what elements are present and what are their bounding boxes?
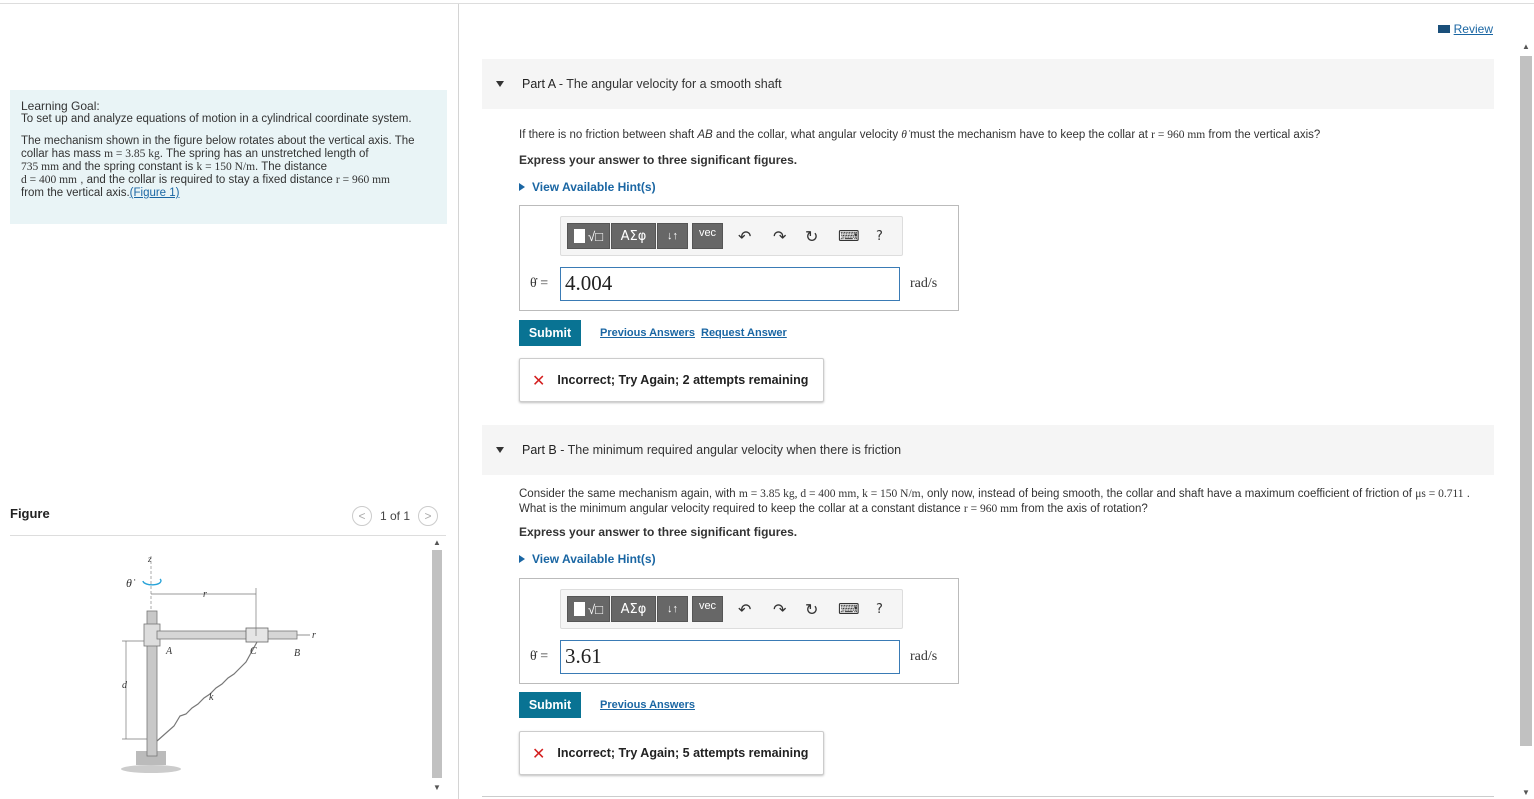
part-a-request-answer-link[interactable]: Request Answer: [701, 327, 787, 339]
templates-button[interactable]: √□: [567, 596, 610, 622]
length-value: 735 mm: [21, 161, 60, 173]
label-r: r: [203, 589, 207, 600]
learning-goal-subtitle: To set up and analyze equations of motio…: [21, 113, 412, 125]
part-b-header[interactable]: Part B - The minimum required angular ve…: [482, 425, 1494, 475]
collapse-part-a-icon[interactable]: [496, 81, 504, 87]
redo-icon[interactable]: ↷: [773, 227, 786, 246]
part-a-previous-answers-link[interactable]: Previous Answers: [600, 327, 695, 339]
scroll-down-icon[interactable]: ▼: [433, 783, 441, 792]
part-a-math-toolbar: √□ ΑΣφ ↓↑ vec ↶ ↷ ↻ ⌨ ?: [560, 216, 903, 256]
part-b-hint-toggle[interactable]: View Available Hint(s): [519, 552, 656, 566]
figure-scroll-thumb[interactable]: [432, 550, 442, 778]
mass-value: m = 3.85 kg: [104, 148, 160, 160]
keyboard-icon[interactable]: ⌨: [838, 600, 860, 618]
part-b-units: rad/s: [910, 649, 938, 664]
label-theta-dot: θ̇: [126, 576, 136, 590]
part-b-title: Part B - The minimum required angular ve…: [522, 443, 902, 457]
bottom-rule: [482, 796, 1494, 797]
scroll-up-icon[interactable]: ▲: [1522, 42, 1530, 51]
arrows-button[interactable]: ↓↑: [657, 223, 688, 249]
reset-icon[interactable]: ↻: [805, 227, 818, 246]
redo-icon[interactable]: ↷: [773, 600, 786, 619]
vec-button[interactable]: vec: [692, 223, 723, 249]
label-d: d: [122, 680, 128, 691]
help-icon[interactable]: ?: [876, 229, 883, 244]
part-a-answer-input[interactable]: 4.004: [560, 267, 900, 301]
label-b: B: [294, 648, 300, 659]
learning-goal-box: Learning Goal: To set up and analyze equ…: [10, 90, 447, 224]
greek-button[interactable]: ΑΣφ: [611, 596, 656, 622]
page-scrollbar[interactable]: ▲ ▼: [1518, 40, 1534, 799]
theta-dot-label: θ̇ =: [530, 649, 549, 664]
label-c: C: [250, 646, 257, 657]
part-a-hint-toggle[interactable]: View Available Hint(s): [519, 180, 656, 194]
scroll-down-icon[interactable]: ▼: [1522, 788, 1530, 797]
theta-dot-label: θ̇ =: [530, 276, 549, 291]
part-a-feedback: ✕ Incorrect; Try Again; 2 attempts remai…: [519, 358, 824, 402]
templates-button[interactable]: √□: [567, 223, 610, 249]
collapse-part-b-icon[interactable]: [496, 447, 504, 453]
label-a: A: [165, 646, 173, 657]
incorrect-icon: ✕: [532, 743, 546, 763]
part-b-express: Express your answer to three significant…: [519, 525, 798, 539]
figure-label: Figure: [10, 506, 50, 521]
undo-icon[interactable]: ↶: [738, 227, 751, 246]
incorrect-icon: ✕: [532, 370, 546, 390]
label-z: z: [147, 554, 152, 564]
mechanism-figure: z θ̇ r A C B r d k: [121, 554, 316, 773]
label-r-axis: r: [312, 630, 316, 641]
part-b-feedback: ✕ Incorrect; Try Again; 5 attempts remai…: [519, 731, 824, 775]
next-figure-button[interactable]: >: [418, 506, 439, 526]
part-a-submit-button[interactable]: Submit: [519, 320, 581, 346]
distance-r-value: r = 960 mm: [335, 174, 390, 186]
part-a-units: rad/s: [910, 276, 938, 291]
distance-d-value: d = 400 mm: [21, 174, 78, 186]
template-icon: [574, 602, 585, 616]
figure-pager: < 1 of 1 >: [352, 506, 439, 526]
help-icon[interactable]: ?: [876, 602, 883, 617]
learning-goal-title: Learning Goal:: [21, 99, 100, 113]
review-link[interactable]: Review: [1437, 22, 1493, 36]
part-a-answer-box: √□ ΑΣφ ↓↑ vec ↶ ↷ ↻ ⌨ ? θ̇ = 4.004 rad/s: [519, 205, 959, 311]
prev-figure-button[interactable]: <: [352, 506, 372, 526]
template-icon: [574, 229, 585, 243]
column-divider: [458, 4, 459, 799]
label-k: k: [209, 692, 214, 703]
part-a-title: Part A - The angular velocity for a smoo…: [522, 77, 782, 91]
undo-icon[interactable]: ↶: [738, 600, 751, 619]
vec-button[interactable]: vec: [692, 596, 723, 622]
part-b-submit-button[interactable]: Submit: [519, 692, 581, 718]
part-b-math-toolbar: √□ ΑΣφ ↓↑ vec ↶ ↷ ↻ ⌨ ?: [560, 589, 903, 629]
figure-scrollbar[interactable]: ▲ ▼: [431, 538, 443, 792]
part-a-question: If there is no friction between shaft AB…: [519, 129, 1321, 141]
part-a-header[interactable]: Part A - The angular velocity for a smoo…: [482, 59, 1494, 109]
keyboard-icon[interactable]: ⌨: [838, 227, 860, 245]
reset-icon[interactable]: ↻: [805, 600, 818, 619]
learning-goal-description: The mechanism shown in the figure below …: [21, 135, 415, 199]
arrows-button[interactable]: ↓↑: [657, 596, 688, 622]
greek-button[interactable]: ΑΣφ: [611, 223, 656, 249]
figure-frame: z θ̇ r A C B r d k: [10, 535, 446, 799]
page-scroll-thumb[interactable]: [1520, 56, 1532, 746]
figure-link[interactable]: (Figure 1): [130, 187, 180, 199]
book-icon: [1437, 25, 1450, 33]
figure-count: 1 of 1: [380, 509, 411, 523]
part-b-previous-answers-link[interactable]: Previous Answers: [600, 699, 695, 711]
part-b-answer-box: √□ ΑΣφ ↓↑ vec ↶ ↷ ↻ ⌨ ? θ̇ = 3.61 rad/s: [519, 578, 959, 684]
part-a-express: Express your answer to three significant…: [519, 153, 798, 167]
expand-hint-icon: [519, 183, 525, 191]
spring-k-value: k = 150 N/m: [196, 161, 256, 173]
part-b-question: Consider the same mechanism again, with …: [519, 488, 1470, 515]
scroll-up-icon[interactable]: ▲: [433, 538, 441, 547]
expand-hint-icon: [519, 555, 525, 563]
part-b-answer-input[interactable]: 3.61: [560, 640, 900, 674]
